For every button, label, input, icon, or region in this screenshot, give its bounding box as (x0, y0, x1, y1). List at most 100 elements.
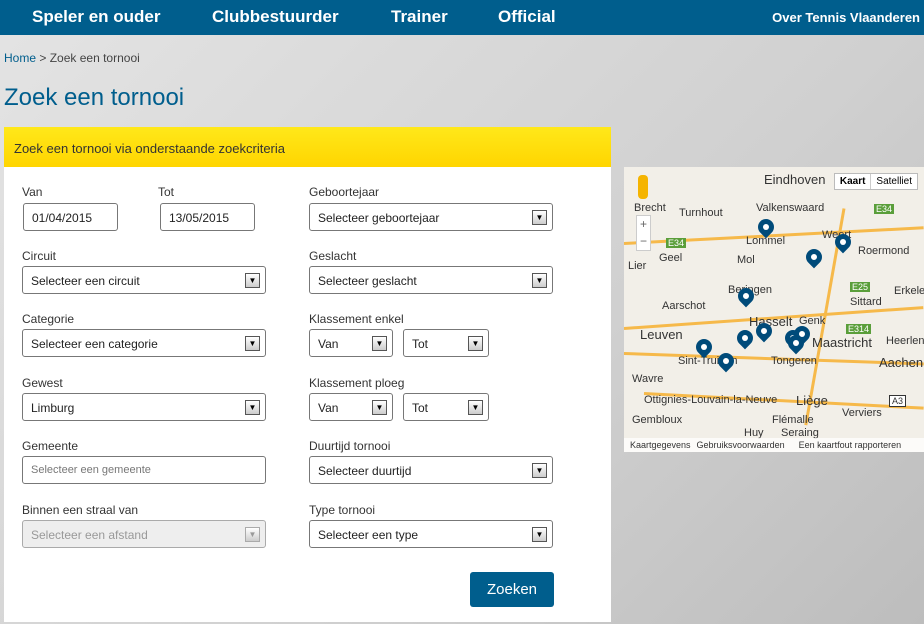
selected-value: Tot (412, 337, 429, 351)
map-city-label: Geel (659, 252, 683, 264)
selected-value: Van (318, 337, 339, 351)
map-city-label: Lier (628, 260, 647, 272)
map-city-label: Ottignies-Louvain-la-Neuve (644, 394, 778, 406)
klassement-ploeg-label: Klassement ploeg (309, 376, 405, 390)
selected-value: Selecteer geslacht (318, 274, 417, 288)
map-city-label: Gembloux (632, 414, 683, 426)
klassement-enkel-label: Klassement enkel (309, 312, 404, 326)
breadcrumb-current: Zoek een tornooi (49, 51, 140, 65)
chevron-down-icon: ▼ (372, 400, 387, 415)
tournament-map[interactable]: Eindhoven Valkenswaard Turnhout Brecht Lomme… (624, 167, 924, 452)
map-road-label: E25 (850, 282, 871, 292)
map-city-label: Sittard (850, 296, 882, 308)
selected-value: Selecteer een afstand (31, 528, 148, 542)
nav-official[interactable]: Official (498, 7, 556, 27)
chevron-down-icon: ▼ (372, 336, 387, 351)
map-report-link[interactable]: Een kaartfout rapporteren (799, 440, 902, 450)
type-select[interactable]: Selecteer een type ▼ (309, 520, 553, 548)
map-city-label: Erkelenz (894, 285, 924, 297)
map-city-label: Valkenswaard (756, 202, 825, 214)
nav-clubbestuurder[interactable]: Clubbestuurder (212, 7, 339, 27)
categorie-label: Categorie (22, 312, 75, 326)
map-city-label: Maastricht (812, 335, 872, 350)
map-terms-link[interactable]: Gebruiksvoorwaarden (697, 440, 785, 450)
map-city-label: Wavre (632, 373, 664, 385)
map-city-label: Eindhoven (764, 172, 826, 187)
van-date-input[interactable]: 01/04/2015 (23, 203, 118, 231)
breadcrumb-separator: > (39, 51, 47, 65)
page-title: Zoek een tornooi (4, 84, 185, 111)
klassement-enkel-tot-select[interactable]: Tot ▼ (403, 329, 489, 357)
van-label: Van (22, 185, 43, 199)
breadcrumb: Home > Zoek een tornooi (4, 51, 140, 65)
map-marker-icon[interactable] (714, 349, 738, 373)
map-city-label: Aachen (879, 355, 924, 370)
geslacht-select[interactable]: Selecteer geslacht ▼ (309, 266, 553, 294)
tot-date-input[interactable]: 13/05/2015 (160, 203, 255, 231)
map-city-label: Heerlen (886, 335, 924, 347)
chevron-down-icon: ▼ (245, 400, 260, 415)
geslacht-label: Geslacht (309, 249, 357, 263)
selected-value: Selecteer duurtijd (318, 464, 412, 478)
map-marker-icon[interactable] (802, 245, 826, 269)
straal-select: Selecteer een afstand ▼ (22, 520, 266, 548)
map-marker-icon[interactable] (733, 326, 757, 350)
form-header: Zoek een tornooi via onderstaande zoekcr… (4, 127, 611, 167)
chevron-down-icon: ▼ (245, 336, 260, 351)
zoeken-button[interactable]: Zoeken (470, 572, 554, 607)
top-navigation: Speler en ouder Clubbestuurder Trainer O… (0, 0, 924, 35)
chevron-down-icon: ▼ (532, 210, 547, 225)
geboortejaar-select[interactable]: Selecteer geboortejaar ▼ (309, 203, 553, 231)
klassement-enkel-van-select[interactable]: Van ▼ (309, 329, 393, 357)
type-label: Type tornooi (309, 503, 376, 517)
geboortejaar-label: Geboortejaar (309, 185, 380, 199)
zoom-in-button[interactable]: + (637, 216, 650, 233)
selected-value: Tot (412, 401, 429, 415)
chevron-down-icon: ▼ (468, 400, 483, 415)
map-road-label: A3 (889, 395, 907, 407)
gewest-label: Gewest (22, 376, 63, 390)
chevron-down-icon: ▼ (245, 527, 260, 542)
selected-value: Selecteer een circuit (31, 274, 140, 288)
nav-over-tennis-vlaanderen[interactable]: Over Tennis Vlaanderen (772, 10, 920, 25)
selected-value: Limburg (31, 401, 75, 415)
tot-label: Tot (158, 185, 175, 199)
chevron-down-icon: ▼ (468, 336, 483, 351)
map-city-label: Brecht (634, 202, 666, 214)
map-road-label: E34 (874, 204, 895, 214)
map-city-label: Leuven (640, 327, 683, 342)
selected-value: Selecteer een categorie (31, 337, 158, 351)
map-city-label: Verviers (842, 407, 882, 419)
gemeente-input[interactable]: Selecteer een gemeente (22, 456, 266, 484)
klassement-ploeg-tot-select[interactable]: Tot ▼ (403, 393, 489, 421)
selected-value: Selecteer geboortejaar (318, 211, 440, 225)
map-type-satelliet[interactable]: Satelliet (870, 174, 917, 189)
duurtijd-select[interactable]: Selecteer duurtijd ▼ (309, 456, 553, 484)
klassement-ploeg-van-select[interactable]: Van ▼ (309, 393, 393, 421)
chevron-down-icon: ▼ (532, 463, 547, 478)
circuit-label: Circuit (22, 249, 57, 263)
map-data-link[interactable]: Kaartgegevens (630, 440, 691, 450)
map-city-label: Aarschot (662, 300, 706, 312)
street-view-pegman-icon[interactable] (638, 175, 648, 199)
map-city-label: Mol (737, 254, 755, 266)
map-type-control: Kaart Satelliet (833, 173, 918, 190)
gemeente-label: Gemeente (22, 439, 79, 453)
map-city-label: Turnhout (679, 207, 723, 219)
map-type-kaart[interactable]: Kaart (835, 174, 871, 189)
breadcrumb-home[interactable]: Home (4, 51, 36, 65)
chevron-down-icon: ▼ (532, 527, 547, 542)
selected-value: Van (318, 401, 339, 415)
nav-trainer[interactable]: Trainer (391, 7, 448, 27)
nav-speler-en-ouder[interactable]: Speler en ouder (32, 7, 160, 27)
categorie-select[interactable]: Selecteer een categorie ▼ (22, 329, 266, 357)
selected-value: Selecteer een type (318, 528, 419, 542)
chevron-down-icon: ▼ (245, 273, 260, 288)
map-city-label: Liège (796, 393, 828, 408)
map-city-label: Roermond (858, 245, 910, 257)
circuit-select[interactable]: Selecteer een circuit ▼ (22, 266, 266, 294)
map-city-label: Tongeren (771, 355, 817, 367)
chevron-down-icon: ▼ (532, 273, 547, 288)
zoom-out-button[interactable]: − (637, 233, 650, 250)
gewest-select[interactable]: Limburg ▼ (22, 393, 266, 421)
